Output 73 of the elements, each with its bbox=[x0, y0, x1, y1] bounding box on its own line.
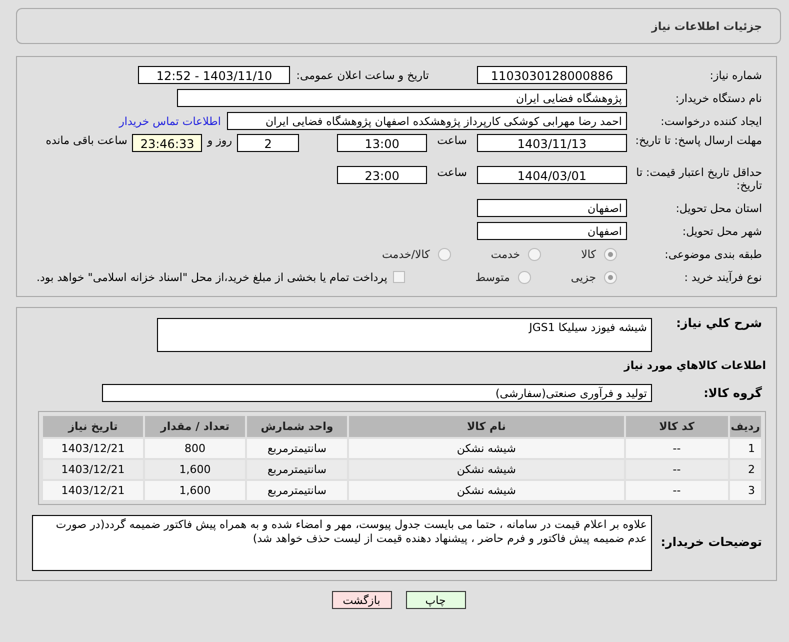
column-header: تاریخ نیاز bbox=[43, 416, 143, 437]
field-label: ساعت bbox=[437, 166, 467, 179]
table-cell: 3 bbox=[730, 481, 761, 500]
checkbox[interactable] bbox=[393, 271, 406, 283]
text-field[interactable]: 1403/11/13 bbox=[477, 134, 627, 152]
text-field[interactable]: 23:46:33 bbox=[132, 134, 202, 152]
field-label: کالا/خدمت bbox=[382, 248, 430, 260]
text-field[interactable]: تولید و فرآوری صنعتی(سفارشی) bbox=[102, 384, 652, 402]
text-field[interactable]: 1103030128000886 bbox=[477, 66, 627, 84]
field-label: کالا bbox=[581, 248, 596, 260]
field-label: نوع فرآیند خرید : bbox=[683, 270, 763, 284]
contact-link[interactable]: اطلاعات تماس خریدار bbox=[119, 114, 221, 128]
column-header: نام کالا bbox=[349, 416, 624, 437]
field-label: پرداخت تمام یا بخشی از مبلغ خرید،از محل "اسناد خزانه اسلامی" خواهد بود. bbox=[36, 270, 388, 284]
text-field[interactable]: 1404/03/01 bbox=[477, 166, 627, 184]
field-label: خدمت bbox=[490, 248, 520, 260]
table-cell: شیشه نشکن bbox=[349, 439, 624, 458]
back-button[interactable]: بازگشت bbox=[332, 591, 392, 609]
column-header: کد کالا bbox=[626, 416, 728, 437]
field-label: ساعت bbox=[437, 134, 467, 147]
text-field[interactable]: 23:00 bbox=[337, 166, 428, 184]
radio-button[interactable] bbox=[518, 270, 531, 284]
table-cell: 1,600 bbox=[145, 481, 245, 500]
field-label: جزیی bbox=[570, 270, 596, 284]
table-cell: شیشه نشکن bbox=[349, 460, 624, 479]
field-label: حداقل تاریخ اعتبار قیمت: تا تاریخ: bbox=[635, 166, 763, 192]
field-label: شهر محل تحویل: bbox=[681, 224, 763, 238]
table-cell: سانتیمترمربع bbox=[247, 460, 347, 479]
table-cell: شیشه نشکن bbox=[349, 481, 624, 500]
text-field[interactable]: 13:00 bbox=[337, 134, 428, 152]
text-field[interactable]: پژوهشگاه فضایی ایران bbox=[177, 89, 627, 107]
text-field[interactable]: 1403/11/10 - 12:52 bbox=[138, 66, 290, 84]
column-header: واحد شمارش bbox=[247, 416, 347, 437]
radio-button[interactable] bbox=[528, 248, 542, 260]
field-label: مهلت ارسال پاسخ: تا تاریخ: bbox=[634, 134, 763, 147]
field-label: شرح کلي نياز: bbox=[675, 316, 763, 330]
radio-button[interactable] bbox=[438, 248, 451, 260]
field-label: تاریخ و ساعت اعلان عمومی: bbox=[296, 68, 429, 82]
field-label: متوسط bbox=[475, 270, 510, 284]
text-area[interactable]: شیشه فیوزد سیلیکا JGS1 bbox=[157, 318, 652, 352]
table-cell: 1403/12/21 bbox=[43, 460, 143, 479]
field-label: طبقه بندی موضوعی: bbox=[664, 248, 763, 260]
field-label: روز و bbox=[207, 134, 232, 147]
text-area[interactable]: علاوه بر اعلام قیمت در سامانه ، حتما می بایست جدول پیوست، مهر و امضاء شده و به همراه پیش فاکتور ضمیمه گردد(در صورت عدم ضمیمه پیش فاکتور و فرم حاضر ، پیشنهاد دهنده قیمت از لیست حذف خواهد شد) bbox=[32, 515, 652, 571]
table-cell: 1,600 bbox=[145, 460, 245, 479]
table-cell: 1 bbox=[730, 439, 761, 458]
table-cell: -- bbox=[626, 481, 728, 500]
field-label: ساعت باقی مانده bbox=[46, 134, 128, 147]
field-label: نام دستگاه خریدار: bbox=[674, 92, 763, 104]
table-cell: سانتیمترمربع bbox=[247, 481, 347, 500]
field-label: شماره نیاز: bbox=[708, 68, 763, 82]
table-cell: 2 bbox=[730, 460, 761, 479]
radio-button[interactable] bbox=[604, 248, 617, 260]
text-field[interactable]: اصفهان bbox=[477, 222, 627, 240]
text-field[interactable]: 2 bbox=[237, 134, 300, 152]
radio-button[interactable] bbox=[604, 270, 617, 284]
table-cell: -- bbox=[626, 439, 728, 458]
column-header: ردیف bbox=[730, 416, 761, 437]
page-title: جزئیات اطلاعات نیاز bbox=[652, 20, 762, 32]
field-label: گروه کالا: bbox=[702, 386, 763, 400]
table-cell: 1403/12/21 bbox=[43, 439, 143, 458]
table-cell: -- bbox=[626, 460, 728, 479]
field-label: استان محل تحویل: bbox=[674, 202, 763, 214]
field-label: ایجاد کننده درخواست: bbox=[660, 114, 763, 128]
table-cell: 1403/12/21 bbox=[43, 481, 143, 500]
table-cell: 800 bbox=[145, 439, 245, 458]
field-label: توضیحات خریدار: bbox=[660, 535, 763, 549]
section-heading: اطلاعات كالاهاي مورد نياز bbox=[624, 359, 766, 372]
print-button[interactable]: چاپ bbox=[406, 591, 466, 609]
text-field[interactable]: اصفهان bbox=[477, 199, 627, 217]
text-field[interactable]: احمد رضا مهرابی کوشکی کارپرداز پژوهشکده اصفهان پژوهشگاه فضایی ایران bbox=[227, 112, 627, 130]
table-cell: سانتیمترمربع bbox=[247, 439, 347, 458]
column-header: تعداد / مقدار bbox=[145, 416, 245, 437]
